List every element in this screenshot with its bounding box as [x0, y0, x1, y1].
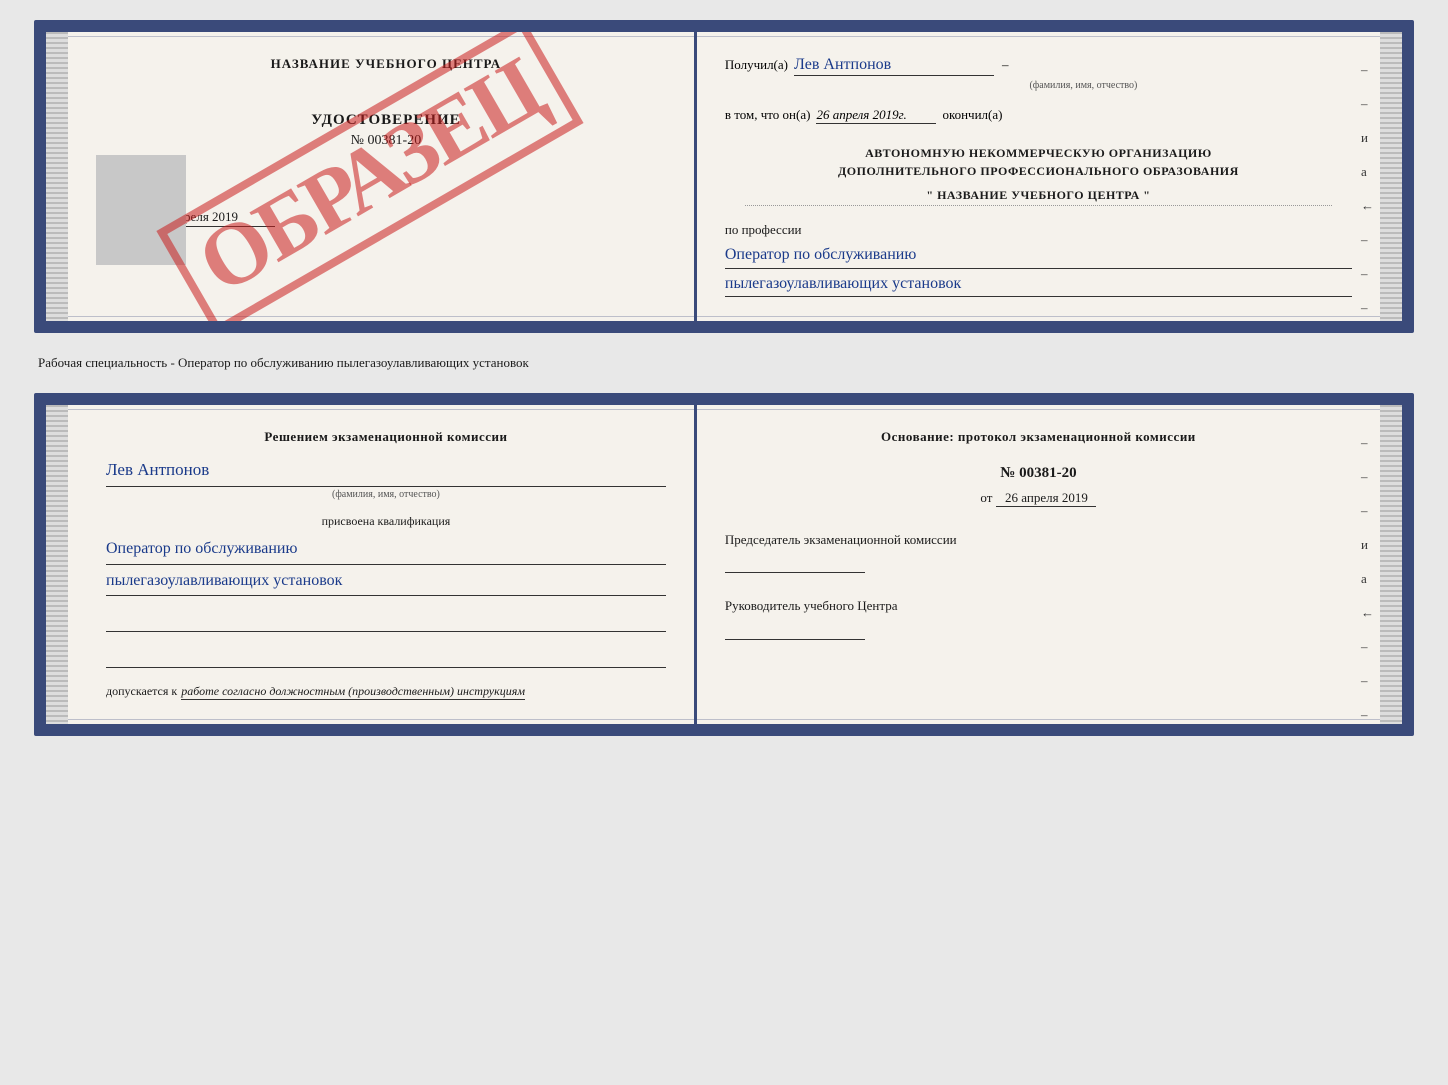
org-text-line1: АВТОНОМНУЮ НЕКОММЕРЧЕСКУЮ ОРГАНИЗАЦИЮ ДО…	[725, 144, 1352, 180]
chief-sign-line	[725, 620, 865, 640]
allowed-text: работе согласно должностным (производств…	[181, 684, 525, 700]
qual-fio-sub: (фамилия, имя, отчество)	[106, 489, 666, 500]
assigned-label: присвоена квалификация	[106, 514, 666, 529]
received-label: Получил(а)	[725, 57, 788, 73]
recipient-row: Получил(а) Лев Антпонов –	[725, 56, 1352, 76]
right-spine-texture-2	[1380, 405, 1402, 724]
chief-block: Руководитель учебного Центра	[725, 597, 1352, 639]
cert-right-panel: Получил(а) Лев Антпонов – (фамилия, имя,…	[697, 32, 1402, 321]
chairman-sign-line	[725, 553, 865, 573]
qual-right-panel: Основание: протокол экзаменационной коми…	[697, 405, 1402, 724]
cert-left-panel: НАЗВАНИЕ УЧЕБНОГО ЦЕНТРА ОБРАЗЕЦ УДОСТОВ…	[46, 32, 697, 321]
completed-date: 26 апреля 2019г.	[816, 107, 936, 124]
qual-decision-label: Решением экзаменационной комиссии	[106, 429, 666, 445]
protocol-number: № 00381-20	[725, 465, 1352, 482]
profession-line2: пылегазоулавливающих установок	[725, 271, 1352, 298]
chairman-label: Председатель экзаменационной комиссии	[725, 531, 1352, 549]
right-dashes: – – и а ← – – –	[1361, 62, 1374, 316]
completed-prefix: в том, что он(а)	[725, 107, 811, 123]
qual-person-name: Лев Антпонов	[106, 455, 666, 487]
qual-profession-line2: пылегазоулавливающих установок	[106, 567, 666, 597]
recipient-name: Лев Антпонов	[794, 56, 994, 76]
cert-issued-row: Выдано 26 апреля 2019	[106, 209, 666, 227]
cert-doc-number: № 00381-20	[106, 133, 666, 149]
org-name-line: " НАЗВАНИЕ УЧЕБНОГО ЦЕНТРА "	[745, 188, 1332, 206]
completed-suffix: окончил(а)	[942, 107, 1002, 123]
allowed-label: допускается к	[106, 684, 177, 699]
blank-line-1	[106, 612, 666, 632]
protocol-date-row: от 26 апреля 2019	[725, 490, 1352, 507]
protocol-date-value: 26 апреля 2019	[996, 490, 1096, 507]
date-prefix: от	[980, 490, 992, 506]
qual-profession-line1: Оператор по обслуживанию	[106, 535, 666, 565]
qualification-document: Решением экзаменационной комиссии Лев Ан…	[34, 393, 1414, 736]
blank-line-2	[106, 648, 666, 668]
fio-subtext: (фамилия, имя, отчество)	[815, 80, 1352, 91]
cert-school-title: НАЗВАНИЕ УЧЕБНОГО ЦЕНТРА	[106, 56, 666, 72]
cert-mp: М.П.	[106, 243, 666, 259]
chief-label: Руководитель учебного Центра	[725, 597, 1352, 615]
profession-line1: Оператор по обслуживанию	[725, 242, 1352, 269]
qual-left-panel: Решением экзаменационной комиссии Лев Ан…	[46, 405, 697, 724]
basis-label: Основание: протокол экзаменационной коми…	[725, 429, 1352, 445]
chairman-block: Председатель экзаменационной комиссии	[725, 531, 1352, 573]
photo-placeholder	[96, 155, 186, 265]
completed-row: в том, что он(а) 26 апреля 2019г. окончи…	[725, 107, 1352, 124]
cert-doc-label: УДОСТОВЕРЕНИЕ	[106, 112, 666, 129]
profession-label: по профессии	[725, 222, 1352, 238]
right-spine-texture	[1380, 32, 1402, 321]
certificate-document: НАЗВАНИЕ УЧЕБНОГО ЦЕНТРА ОБРАЗЕЦ УДОСТОВ…	[34, 20, 1414, 333]
allowed-row: допускается к работе согласно должностны…	[106, 684, 666, 700]
right-dashes-2: – – – и а ← – – –	[1361, 435, 1374, 723]
separator-text: Рабочая специальность - Оператор по обсл…	[34, 349, 1414, 377]
